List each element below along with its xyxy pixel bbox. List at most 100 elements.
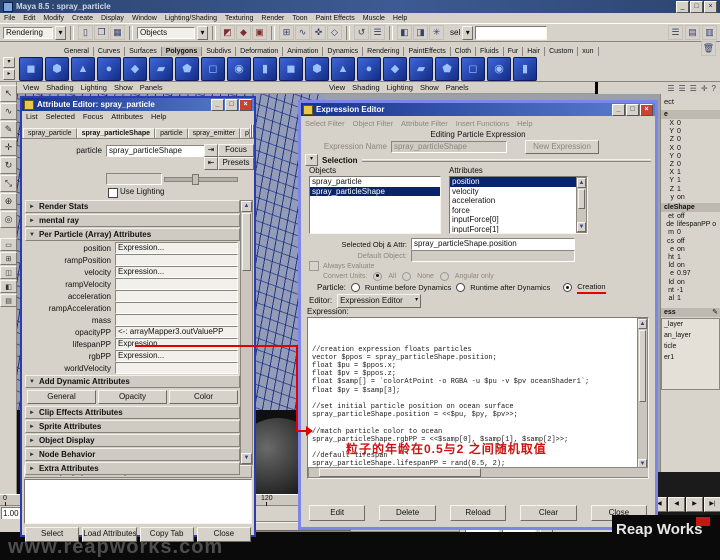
maximize-icon[interactable]: □ <box>690 1 703 13</box>
single-pane-layout-icon[interactable]: ▭ <box>0 238 17 251</box>
menuset-arrow-icon[interactable]: ▾ <box>55 26 66 40</box>
code-line[interactable]: float $samp[] = `colorAtPoint -o RGBA -u… <box>312 378 636 386</box>
channel-row[interactable]: X0 <box>661 145 720 153</box>
shelf-icon[interactable]: ⬢ <box>45 57 69 81</box>
show-layer-editor-icon[interactable]: ▤ <box>685 25 700 40</box>
ae-menu-item[interactable]: List <box>26 112 38 121</box>
channel-row[interactable]: etoff <box>661 213 720 221</box>
attribute-item[interactable]: velocity <box>450 187 578 197</box>
sel-arrow-icon[interactable]: ▾ <box>462 26 473 40</box>
pane-menu-item[interactable]: View <box>23 83 39 92</box>
paint-select-tool-icon[interactable]: ✎ <box>0 121 17 138</box>
shelf-icon[interactable]: ▮ <box>253 57 277 81</box>
shelf-icon[interactable]: ● <box>357 57 381 81</box>
focus-button[interactable]: Focus <box>218 144 254 157</box>
selection-bar[interactable]: ▾ Selection <box>301 154 655 166</box>
tab-particle[interactable]: particle <box>155 128 188 138</box>
minimize-icon[interactable]: _ <box>676 1 689 13</box>
channel-row[interactable]: e0.97 <box>661 270 720 278</box>
ee-bottom-button[interactable]: Clear <box>520 505 576 521</box>
close-icon[interactable]: × <box>640 104 653 116</box>
attribute-editor-titlebar[interactable]: Attribute Editor: spray_particle _ □ × <box>22 98 254 111</box>
close-icon[interactable]: × <box>704 1 717 13</box>
pane-menu-item[interactable]: Panels <box>446 83 469 92</box>
code-line[interactable]: //match particle color to ocean <box>312 428 636 436</box>
section-header-collapsed[interactable]: Object Display <box>25 434 240 447</box>
pp-attribute-field[interactable] <box>115 362 238 374</box>
render-globals-icon[interactable]: ✳ <box>429 25 444 40</box>
layer-item[interactable]: an_layer <box>662 330 719 341</box>
maximize-icon[interactable]: □ <box>225 99 238 111</box>
tab-scroll-right-icon[interactable]: ▸ <box>252 124 254 138</box>
menubar-item[interactable]: Lighting/Shading <box>165 15 217 22</box>
pane-menu-icon-1[interactable]: ☰ <box>667 84 674 93</box>
ee-menu-item[interactable]: Help <box>517 119 532 128</box>
shelf-icon[interactable]: ◆ <box>123 57 147 81</box>
code-line[interactable] <box>312 419 636 427</box>
shelf-icon[interactable]: ⬟ <box>435 57 459 81</box>
section-header-collapsed[interactable]: Render Stats <box>25 200 240 213</box>
menubar-item[interactable]: Display <box>101 15 124 22</box>
menubar-item[interactable]: File <box>4 15 15 22</box>
code-line[interactable]: spray_particleShape.position = <<$pu, $p… <box>312 411 636 419</box>
rotate-tool-icon[interactable]: ↻ <box>0 157 17 174</box>
selection-collapse-icon[interactable]: ▾ <box>305 154 318 166</box>
channel-row[interactable]: Y0 <box>661 128 720 136</box>
channel-row[interactable]: Y0 <box>661 153 720 161</box>
menubar-item[interactable]: Toon <box>292 15 307 22</box>
shelf-menu-icon[interactable]: ▾ <box>3 57 15 68</box>
close-icon[interactable]: × <box>239 99 252 111</box>
two-pane-layout-icon[interactable]: ◫ <box>0 266 17 279</box>
code-line[interactable]: vector $ppos = spray_particleShape.posit… <box>312 354 636 362</box>
open-scene-icon[interactable]: ❒ <box>94 25 109 40</box>
snap-grid-icon[interactable]: ⊞ <box>279 25 294 40</box>
shelf-icon[interactable]: ▲ <box>71 57 95 81</box>
layer-icon[interactable]: ✎ <box>712 308 718 317</box>
pp-attribute-field[interactable]: Expression... <box>115 266 238 278</box>
code-line[interactable]: float $pv = $ppos.z; <box>312 370 636 378</box>
menubar-item[interactable]: Window <box>132 15 157 22</box>
axis-icon[interactable]: ✛ <box>701 84 708 93</box>
ae-menu-item[interactable]: Attributes <box>111 112 143 121</box>
menubar-item[interactable]: Render <box>261 15 284 22</box>
channel-row[interactable]: ht1 <box>661 254 720 262</box>
code-line[interactable]: float $pu = $ppos.x; <box>312 362 636 370</box>
pane-menu-item[interactable]: Shading <box>352 83 380 92</box>
add-dynamic-button[interactable]: Opacity <box>98 390 167 404</box>
snap-curve-icon[interactable]: ∿ <box>295 25 310 40</box>
shelf-item-menu-icon[interactable]: ▸ <box>3 69 15 80</box>
object-item-selected[interactable]: spray_particleShape <box>310 187 440 197</box>
select-tool-icon[interactable]: ↖ <box>0 85 17 102</box>
menubar-item[interactable]: Paint Effects <box>316 15 355 22</box>
ee-bottom-button[interactable]: Edit <box>309 505 365 521</box>
add-dynamic-button[interactable]: General <box>27 390 96 404</box>
attribute-item[interactable]: acceleration <box>450 196 578 206</box>
help-icon[interactable]: ? <box>712 84 716 93</box>
maximize-icon[interactable]: □ <box>626 104 639 116</box>
pane-menu-icon-2[interactable]: ☰ <box>679 84 686 93</box>
step-back-button[interactable]: ◀ <box>668 497 685 512</box>
channel-row[interactable]: Y1 <box>661 177 720 185</box>
ee-menu-item[interactable]: Select Filter <box>305 119 345 128</box>
shelf-icon[interactable]: ◼ <box>19 57 43 81</box>
channel-row[interactable]: X0 <box>661 120 720 128</box>
component-mask-icon[interactable]: ▣ <box>252 25 267 40</box>
attribute-item[interactable]: force <box>450 206 578 216</box>
snap-point-icon[interactable]: ✜ <box>311 25 326 40</box>
universal-manip-icon[interactable]: ⊕ <box>0 193 17 210</box>
shelf-icon[interactable]: ◉ <box>487 57 511 81</box>
shelf-icon[interactable]: ⬢ <box>305 57 329 81</box>
pane-menu-item[interactable]: Show <box>114 83 133 92</box>
add-dynamic-button[interactable]: Color <box>169 390 238 404</box>
render-view-icon[interactable]: ◧ <box>397 25 412 40</box>
menubar-item[interactable]: Help <box>393 15 407 22</box>
snap-plane-icon[interactable]: ◇ <box>327 25 342 40</box>
pp-attribute-field[interactable] <box>115 290 238 302</box>
shelf-icon[interactable]: ▮ <box>513 57 537 81</box>
shelf-icon[interactable]: ◆ <box>383 57 407 81</box>
section-header-collapsed[interactable]: Node Behavior <box>25 448 240 461</box>
play-button[interactable]: ▶ <box>686 497 703 512</box>
channel-row[interactable]: Z0 <box>661 161 720 169</box>
ae-menu-item[interactable]: Selected <box>46 112 75 121</box>
channel-row[interactable]: yon <box>661 194 720 202</box>
